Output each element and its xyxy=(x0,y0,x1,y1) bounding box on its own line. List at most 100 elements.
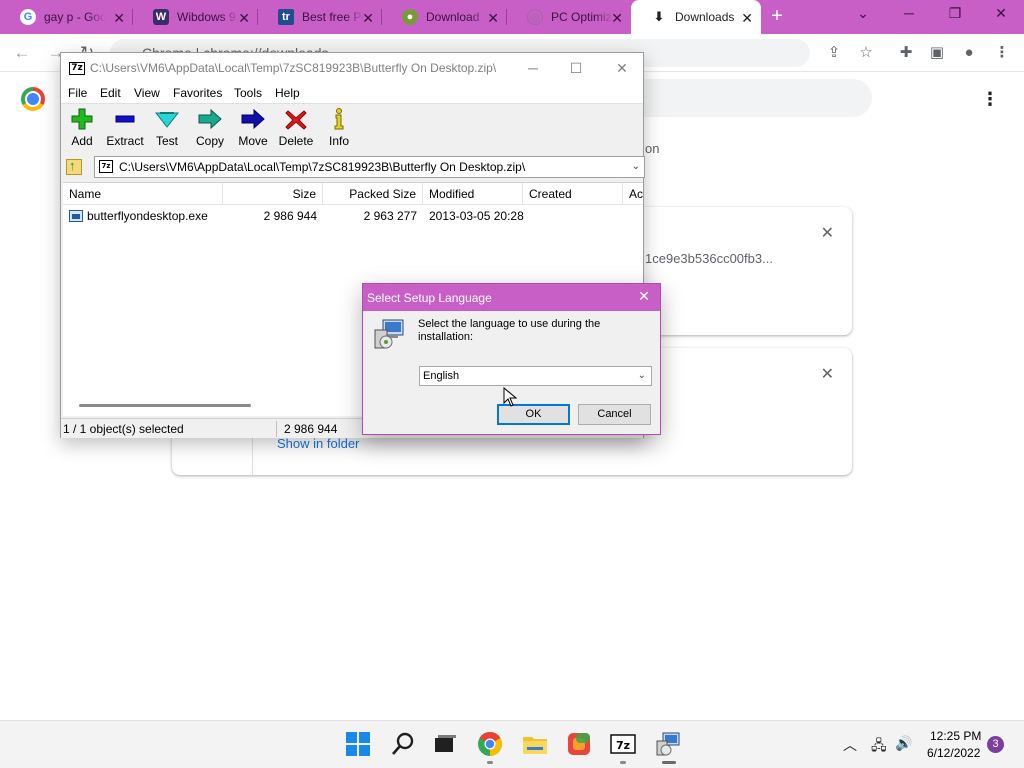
new-tab-button[interactable]: + xyxy=(767,5,787,29)
file-size-cell: 2 986 944 xyxy=(263,209,317,223)
minimize-button[interactable]: ─ xyxy=(889,5,929,27)
maximize-button[interactable]: ☐ xyxy=(562,59,590,77)
add-button[interactable]: Add xyxy=(59,108,105,148)
tab-best-free-pc[interactable]: tr Best free Pc ✕ xyxy=(258,0,382,34)
file-packed-size-cell: 2 963 277 xyxy=(363,209,417,223)
chrome-logo-icon xyxy=(21,87,45,111)
test-button[interactable]: Test xyxy=(144,108,190,148)
bookmark-star-icon[interactable]: ☆ xyxy=(855,42,877,64)
close-tab-icon[interactable]: ✕ xyxy=(238,10,250,27)
tab-label: PC Optimiz xyxy=(551,10,612,24)
close-button[interactable]: ✕ xyxy=(608,59,636,77)
tr-icon: tr xyxy=(278,9,294,25)
ok-button[interactable]: OK xyxy=(497,404,570,425)
window-titlebar[interactable]: 7z C:\Users\VM6\AppData\Local\Temp\7zSC8… xyxy=(61,53,643,83)
path-text: C:\Users\VM6\AppData\Local\Temp\7zSC8199… xyxy=(119,160,526,174)
windows-taskbar: 7z ︿ 🖧 🔊 12:25 PM 6/12/2022 3 xyxy=(0,720,1024,768)
chevron-down-icon: ⌄ xyxy=(637,370,646,381)
show-in-folder-link[interactable]: Show in folder xyxy=(277,436,359,451)
download-icon: ⬇ xyxy=(653,9,665,24)
remove-download-icon[interactable]: ✕ xyxy=(821,223,834,243)
folder-up-icon[interactable] xyxy=(66,158,82,175)
test-checkmark-icon xyxy=(154,112,180,128)
copy-button[interactable]: Copy xyxy=(187,108,233,148)
7zip-logo-icon: 7z xyxy=(69,62,85,75)
side-panel-icon[interactable]: ▣ xyxy=(926,42,948,64)
path-combobox[interactable]: 7z C:\Users\VM6\AppData\Local\Temp\7zSC8… xyxy=(94,156,645,178)
profile-avatar-icon[interactable]: ● xyxy=(958,42,980,64)
menu-edit[interactable]: Edit xyxy=(100,86,121,100)
close-tab-icon[interactable]: ✕ xyxy=(741,10,753,27)
column-name[interactable]: Name xyxy=(63,183,223,205)
exe-file-icon xyxy=(69,210,83,222)
file-name-cell: butterflyondesktop.exe xyxy=(63,206,223,226)
close-tab-icon[interactable]: ✕ xyxy=(611,10,623,27)
tab-downloads[interactable]: ⬇ Downloads ✕ xyxy=(631,0,761,34)
tab-google-search[interactable]: G gay p - Goo ✕ xyxy=(0,0,133,34)
file-explorer-icon[interactable] xyxy=(522,731,548,757)
chrome-taskbar-icon[interactable] xyxy=(477,731,503,757)
dialog-titlebar[interactable]: Select Setup Language ✕ xyxy=(363,284,660,311)
close-window-button[interactable]: ✕ xyxy=(981,5,1021,27)
menu-favorites[interactable]: Favorites xyxy=(173,86,222,100)
show-hidden-icons-chevron[interactable]: ︿ xyxy=(843,735,857,755)
column-accessed[interactable]: Ac xyxy=(623,183,643,205)
column-packed-size[interactable]: Packed Size xyxy=(323,183,423,205)
close-tab-icon[interactable]: ✕ xyxy=(487,10,499,27)
column-size[interactable]: Size xyxy=(223,183,323,205)
office-app-icon[interactable] xyxy=(566,731,592,757)
tab-label: Wibdows 9 xyxy=(177,10,236,24)
mouse-pointer-icon xyxy=(503,387,517,407)
copy-arrow-icon xyxy=(198,108,222,130)
clock-time[interactable]: 12:25 PM xyxy=(930,729,981,743)
setup-taskbar-icon[interactable] xyxy=(655,731,681,757)
browser-tab-strip: G gay p - Goo ✕ W Wibdows 9 ✕ tr Best fr… xyxy=(0,0,1024,34)
file-modified-cell: 2013-03-05 20:28 xyxy=(429,209,524,223)
column-created[interactable]: Created xyxy=(523,183,623,205)
menu-view[interactable]: View xyxy=(134,86,160,100)
toolbar: Add Extract Test Copy Move Delete Info xyxy=(61,104,643,152)
network-icon[interactable]: 🖧 xyxy=(871,735,887,759)
menu-file[interactable]: File xyxy=(68,86,87,100)
close-icon[interactable]: ✕ xyxy=(636,288,652,305)
move-button[interactable]: Move xyxy=(230,108,276,148)
dialog-message: Select the language to use during the in… xyxy=(418,318,601,343)
notification-badge[interactable]: 3 xyxy=(987,736,1004,753)
restore-button[interactable]: ❐ xyxy=(935,5,975,27)
column-modified[interactable]: Modified xyxy=(423,183,523,205)
extract-button[interactable]: Extract xyxy=(102,108,148,148)
close-tab-icon[interactable]: ✕ xyxy=(362,10,374,27)
tab-download[interactable]: ● Download ✕ xyxy=(382,0,507,34)
chrome-menu-icon[interactable]: ⋮ xyxy=(991,42,1013,64)
clock-date[interactable]: 6/12/2022 xyxy=(927,746,980,760)
search-icon[interactable] xyxy=(390,731,416,757)
delete-button[interactable]: Delete xyxy=(273,108,319,148)
blue-minus-icon xyxy=(115,115,135,123)
remove-download-icon[interactable]: ✕ xyxy=(821,364,834,384)
info-button[interactable]: Info xyxy=(316,108,362,148)
menu-help[interactable]: Help xyxy=(275,86,300,100)
share-icon[interactable]: ⇪ xyxy=(823,42,845,64)
windows-start-icon[interactable] xyxy=(345,731,371,757)
minimize-button[interactable]: ─ xyxy=(519,59,547,77)
green-plus-icon xyxy=(71,108,93,130)
menu-tools[interactable]: Tools xyxy=(234,86,262,100)
close-tab-icon[interactable]: ✕ xyxy=(113,10,125,27)
table-row[interactable]: butterflyondesktop.exe 2 986 944 2 963 2… xyxy=(63,206,643,226)
scrollbar-thumb[interactable] xyxy=(79,404,251,407)
7zip-taskbar-icon[interactable]: 7z xyxy=(610,731,636,757)
download-url-text[interactable]: 1ce9e3b536cc00fb3... xyxy=(645,251,773,266)
dialog-title: Select Setup Language xyxy=(367,291,492,305)
tab-pc-optimizer[interactable]: ◎ PC Optimiz ✕ xyxy=(507,0,631,34)
task-view-icon[interactable] xyxy=(432,731,458,757)
volume-icon[interactable]: 🔊 xyxy=(895,735,912,752)
cancel-button[interactable]: Cancel xyxy=(578,404,651,425)
tab-search-icon[interactable]: ⌄ xyxy=(843,5,883,27)
tab-wibdows[interactable]: W Wibdows 9 ✕ xyxy=(133,0,258,34)
back-arrow-icon[interactable]: ← xyxy=(11,42,33,64)
language-select[interactable]: English ⌄ xyxy=(419,366,652,386)
chevron-down-icon[interactable]: ⌄ xyxy=(632,157,640,177)
selected-language: English xyxy=(423,370,460,382)
extensions-puzzle-icon[interactable]: ✚ xyxy=(895,42,917,64)
downloads-more-menu-icon[interactable]: ⋮ xyxy=(980,88,1000,110)
